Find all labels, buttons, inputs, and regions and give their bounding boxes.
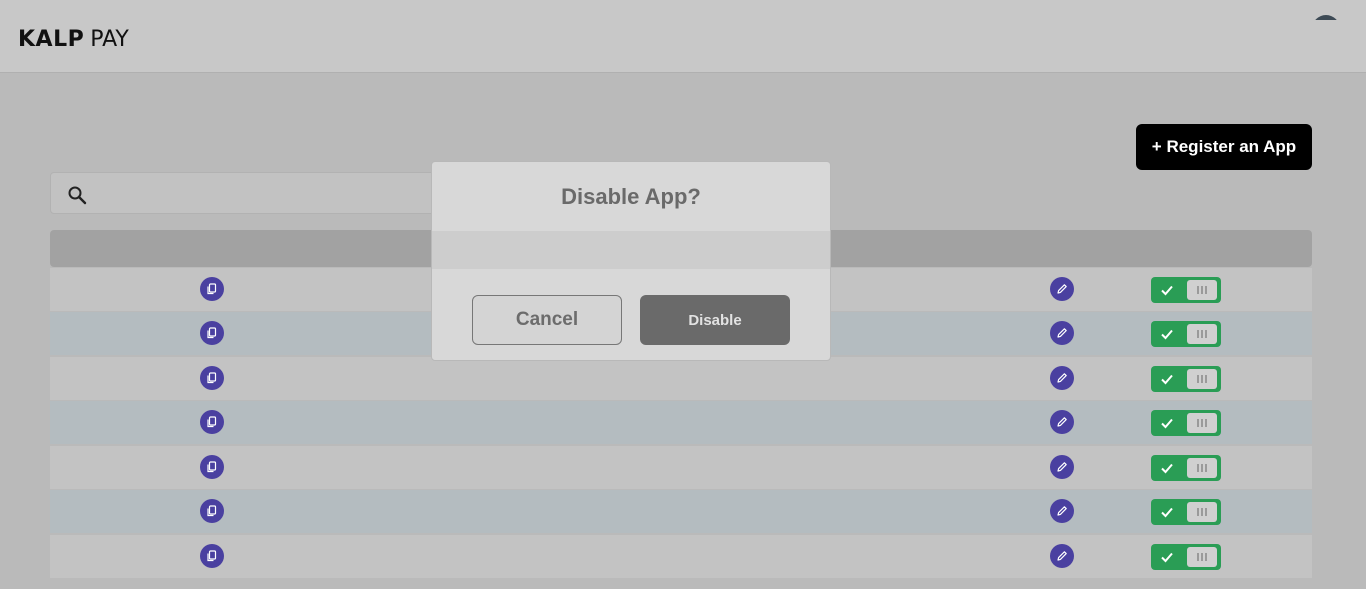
toggle-handle[interactable] [1187, 502, 1217, 522]
edit-button[interactable] [1050, 544, 1074, 568]
table-row [50, 401, 1312, 444]
edit-button[interactable] [1050, 499, 1074, 523]
check-icon [1161, 374, 1173, 385]
logo[interactable]: KALP PAY [18, 25, 129, 53]
copy-icon [207, 283, 217, 295]
enable-toggle[interactable] [1151, 455, 1221, 481]
toggle-handle[interactable] [1187, 547, 1217, 567]
copy-button[interactable] [200, 544, 224, 568]
enable-toggle[interactable] [1151, 366, 1221, 392]
table-row [50, 535, 1312, 578]
toggle-handle[interactable] [1187, 369, 1217, 389]
copy-button[interactable] [200, 277, 224, 301]
copy-icon [207, 416, 217, 428]
copy-icon [207, 372, 217, 384]
check-icon [1161, 285, 1173, 296]
enable-toggle[interactable] [1151, 544, 1221, 570]
pencil-icon [1057, 328, 1067, 338]
check-icon [1161, 552, 1173, 563]
check-icon [1161, 463, 1173, 474]
logo-brand: KALP [18, 26, 85, 52]
copy-icon [207, 505, 217, 517]
app-header: KALP PAY [0, 0, 1366, 73]
enable-toggle[interactable] [1151, 410, 1221, 436]
dialog-body [432, 231, 830, 269]
toggle-handle[interactable] [1187, 413, 1217, 433]
pencil-icon [1057, 373, 1067, 383]
search-icon [68, 186, 87, 205]
toggle-handle[interactable] [1187, 458, 1217, 478]
edit-button[interactable] [1050, 455, 1074, 479]
copy-button[interactable] [200, 366, 224, 390]
copy-icon [207, 327, 217, 339]
register-app-button[interactable]: + Register an App [1136, 124, 1312, 170]
check-icon [1161, 329, 1173, 340]
check-icon [1161, 418, 1173, 429]
copy-button[interactable] [200, 455, 224, 479]
copy-button[interactable] [200, 499, 224, 523]
edit-button[interactable] [1050, 321, 1074, 345]
pencil-icon [1057, 462, 1067, 472]
disable-button[interactable]: Disable [640, 295, 790, 345]
edit-button[interactable] [1050, 410, 1074, 434]
avatar[interactable] [1312, 15, 1340, 21]
copy-icon [207, 461, 217, 473]
search-box[interactable] [50, 172, 450, 214]
enable-toggle[interactable] [1151, 321, 1221, 347]
dialog-title: Disable App? [561, 184, 701, 209]
edit-button[interactable] [1050, 277, 1074, 301]
table-row [50, 357, 1312, 400]
cancel-button[interactable]: Cancel [472, 295, 622, 345]
table-row [50, 490, 1312, 533]
logo-suffix: PAY [90, 26, 129, 52]
pencil-icon [1057, 506, 1067, 516]
copy-button[interactable] [200, 410, 224, 434]
edit-button[interactable] [1050, 366, 1074, 390]
disable-app-dialog: Disable App? Cancel Disable [431, 161, 831, 361]
enable-toggle[interactable] [1151, 277, 1221, 303]
toggle-handle[interactable] [1187, 280, 1217, 300]
copy-icon [207, 550, 217, 562]
pencil-icon [1057, 551, 1067, 561]
pencil-icon [1057, 284, 1067, 294]
check-icon [1161, 507, 1173, 518]
copy-button[interactable] [200, 321, 224, 345]
search-input[interactable] [99, 179, 439, 209]
table-row [50, 446, 1312, 489]
enable-toggle[interactable] [1151, 499, 1221, 525]
pencil-icon [1057, 417, 1067, 427]
toggle-handle[interactable] [1187, 324, 1217, 344]
